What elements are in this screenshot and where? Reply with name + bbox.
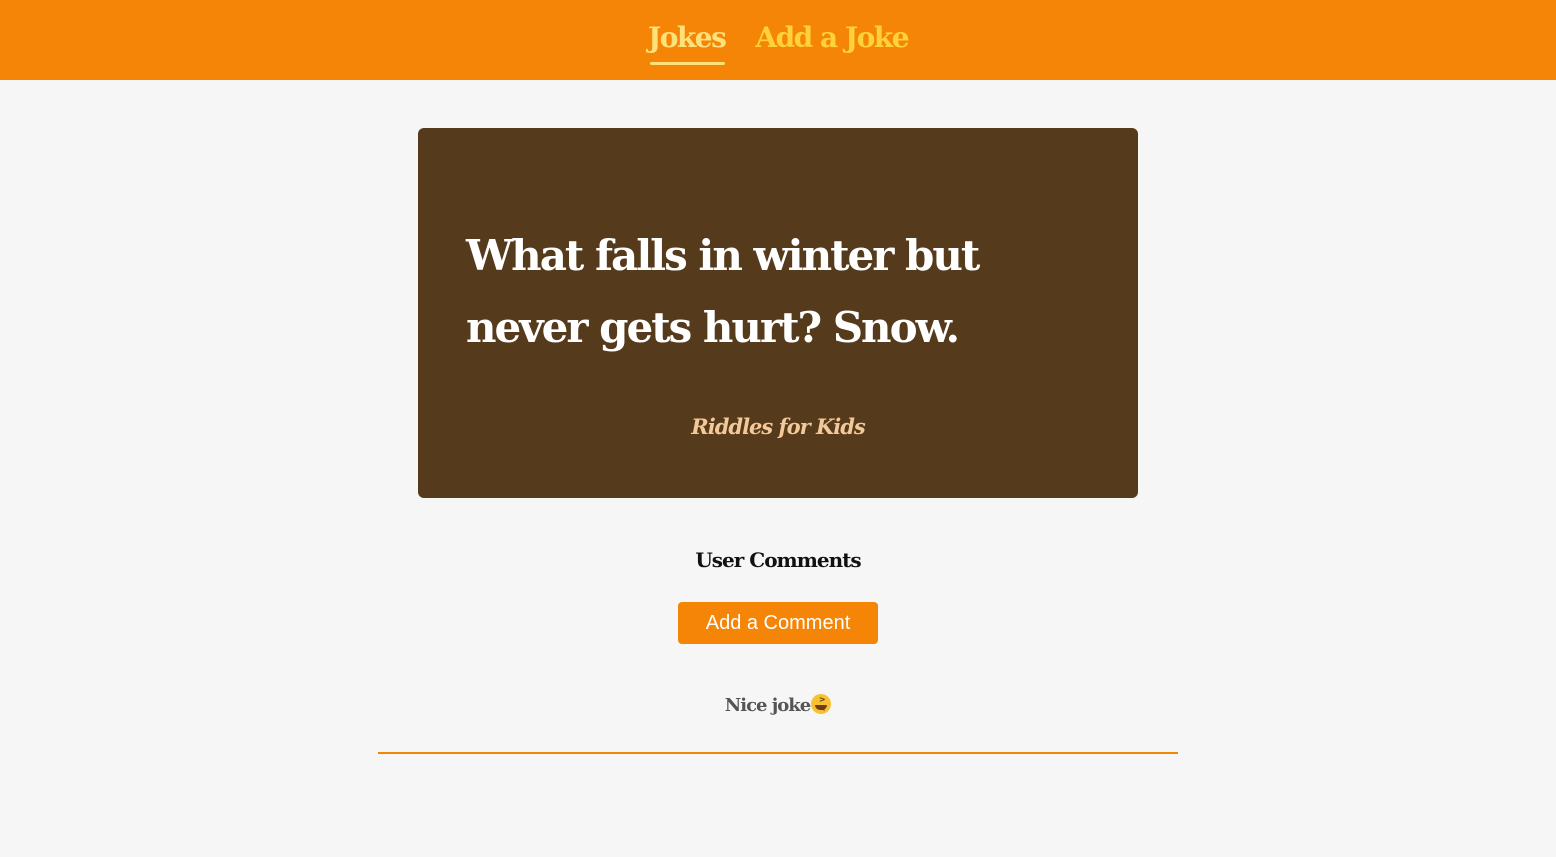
joke-text: What falls in winter but never gets hurt… — [466, 231, 980, 352]
joke-category: Riddles for Kids — [691, 414, 865, 439]
comment-text: Nice joke — [724, 695, 811, 716]
comment-item: Nice joke — [0, 694, 1556, 716]
nav-link-add-joke[interactable]: Add a Joke — [755, 18, 909, 58]
add-comment-button[interactable]: Add a Comment — [678, 602, 878, 644]
comments-title: User Comments — [695, 548, 861, 572]
joke-card: What falls in winter but never gets hurt… — [418, 128, 1138, 498]
laughing-face-icon — [811, 694, 832, 714]
main-nav: Jokes Add a Joke — [0, 18, 1556, 65]
comment-divider — [378, 752, 1178, 754]
top-nav-bar: Jokes Add a Joke — [0, 0, 1556, 80]
nav-link-jokes[interactable]: Jokes — [648, 18, 727, 65]
